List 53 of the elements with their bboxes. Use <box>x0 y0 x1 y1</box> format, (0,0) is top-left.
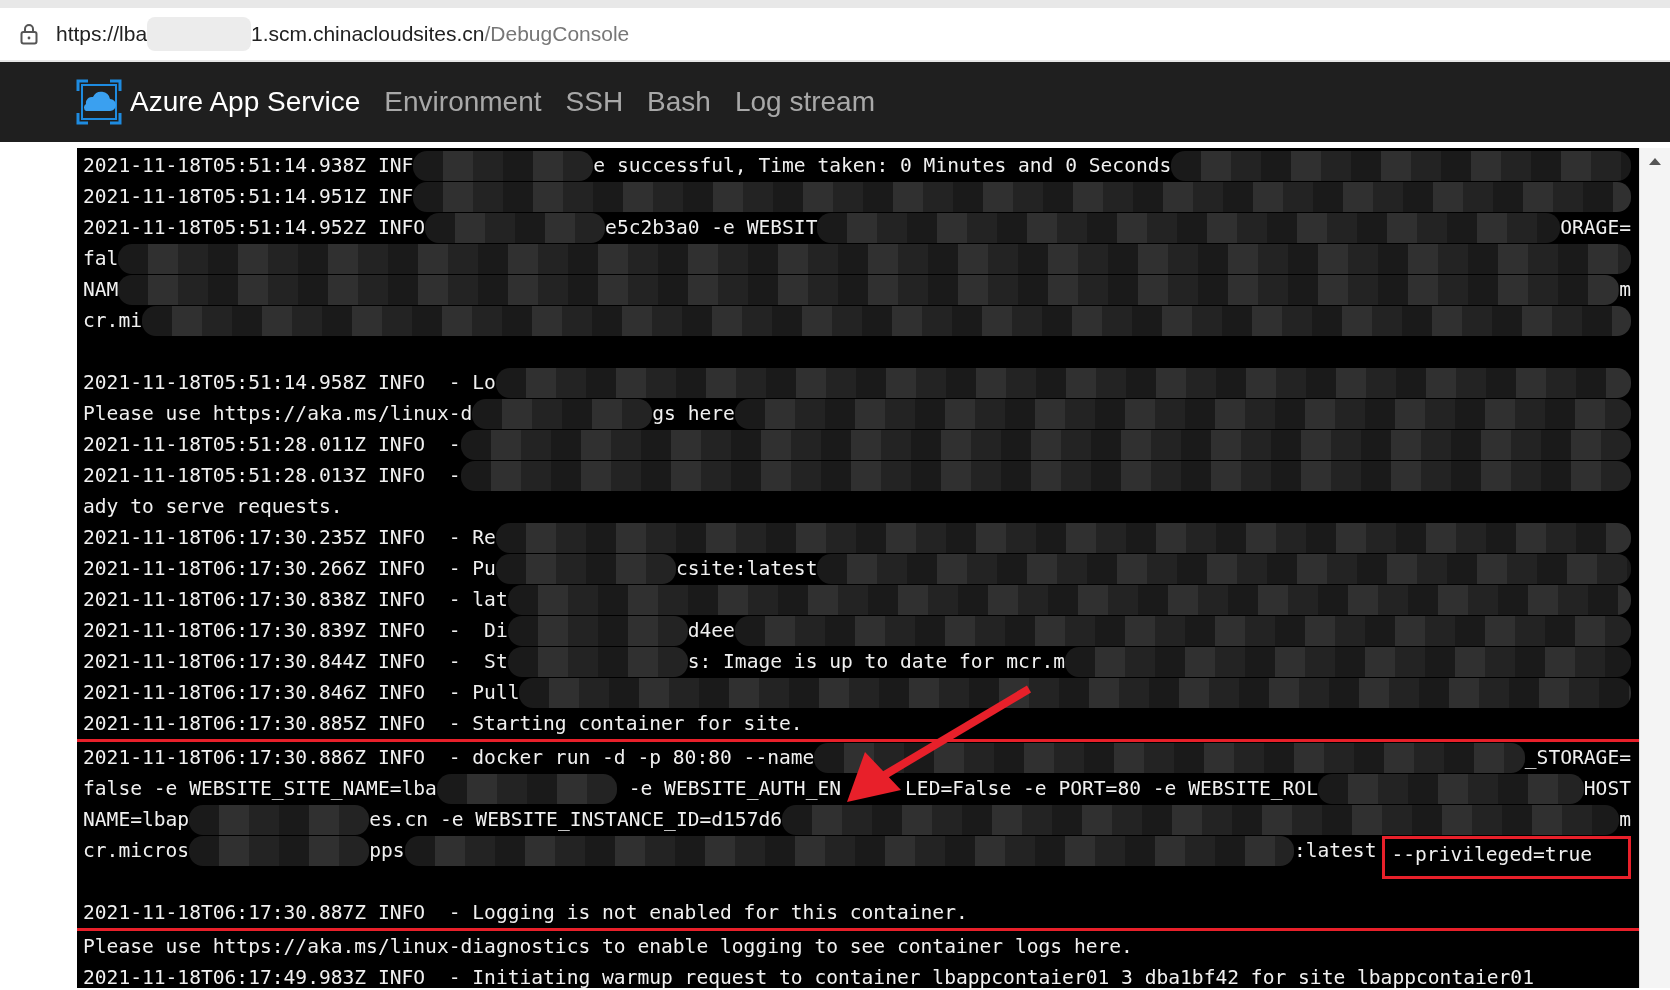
lock-icon <box>20 23 38 45</box>
log-text: csite:latest <box>675 557 818 580</box>
log-text: m <box>1619 808 1631 831</box>
scroll-up-icon[interactable] <box>1648 156 1662 166</box>
url-text: https://lba <box>56 22 148 46</box>
log-text: e5c2b3a0 -e WEBSIT <box>605 216 818 239</box>
log-text: NAM <box>83 278 119 301</box>
highlighted-log-text: --privileged=true <box>1382 836 1631 879</box>
log-text: gs here <box>652 402 735 425</box>
log-text: HOST <box>1583 777 1631 800</box>
log-text: 2021-11-18T06:17:30.266Z INFO - Pu <box>83 557 496 580</box>
log-text: Please use https://aka.ms/linux-diagnostics to enable logging to see container logs here. <box>83 935 1133 958</box>
log-text: false -e WEBSITE_SITE_NAME=lba <box>83 777 437 800</box>
nav-link[interactable]: Bash <box>647 86 711 118</box>
log-text: 2021-11-18T05:51:28.013Z INFO - <box>83 464 461 487</box>
log-text: 2021-11-18T05:51:14.938Z INF <box>83 154 414 177</box>
log-text: _STORAGE= <box>1524 746 1631 769</box>
url-path: /DebugConsole <box>484 22 630 46</box>
log-text: ORAGE= <box>1560 216 1631 239</box>
log-text: 2021-11-18T05:51:14.958Z INFO - Lo <box>83 371 496 394</box>
url-text: 1.scm.chinacloudsites.cn <box>251 22 485 46</box>
nav-link[interactable]: SSH <box>565 86 624 118</box>
log-text: pps <box>369 839 405 862</box>
app-title: Azure App Service <box>130 86 361 118</box>
log-text: 2021-11-18T06:17:30.846Z INFO - Pull <box>83 681 520 704</box>
log-text: fal <box>83 247 119 270</box>
nav-link[interactable]: Environment <box>384 86 542 118</box>
log-text: 2021-11-18T06:17:30.887Z INFO - Logging is not enabled for this container. <box>83 901 968 924</box>
log-text: 2021-11-18T05:51:14.951Z INF <box>83 185 414 208</box>
log-text: cr.mi <box>83 309 142 332</box>
log-text: 2021-11-18T06:17:30.886Z INFO - docker run -d -p 80:80 --name <box>83 746 815 769</box>
log-text: LED=False -e PORT=80 -e WEBSITE_ROL <box>905 777 1318 800</box>
log-text: 2021-11-18T06:17:30.885Z INFO - Starting container for site. <box>83 712 803 735</box>
log-text: s: Image is up to date for mcr.m <box>687 650 1066 673</box>
log-text: 2021-11-18T06:17:30.844Z INFO - St <box>83 650 508 673</box>
log-text: 2021-11-18T06:17:30.235Z INFO - Re <box>83 526 496 549</box>
log-text: ady to serve requests. <box>83 495 343 518</box>
log-text: NAME=lbap <box>83 808 190 831</box>
cloud-logo-icon <box>76 79 122 125</box>
log-text: es.cn -e WEBSITE_INSTANCE_ID=d157d6 <box>369 808 783 831</box>
log-text: 2021-11-18T06:17:30.839Z INFO - Di <box>83 619 508 642</box>
log-text: 2021-11-18T05:51:14.952Z INFO <box>83 216 426 239</box>
nav-link[interactable]: Log stream <box>734 86 875 118</box>
log-text: 2021-11-18T05:51:28.011Z INFO - <box>83 433 461 456</box>
log-text: -e WEBSITE_AUTH_EN <box>627 777 842 800</box>
log-text: Please use https://aka.ms/linux-d <box>83 402 473 425</box>
log-text: cr.micros <box>83 839 190 862</box>
log-text: 2021-11-18T06:17:30.838Z INFO - lat <box>83 588 508 611</box>
log-text: e successful, Time taken: 0 Minutes and 0 Seconds <box>593 154 1172 177</box>
log-text: d4ee <box>687 619 735 642</box>
log-text: m <box>1619 278 1631 301</box>
log-text: 2021-11-18T06:17:49.983Z INFO - Initiating warmup request to container lbappcontaier01_3_dba1bf42 for site lbappcontaier01 <box>83 966 1534 988</box>
log-text: :latest <box>1293 839 1377 862</box>
